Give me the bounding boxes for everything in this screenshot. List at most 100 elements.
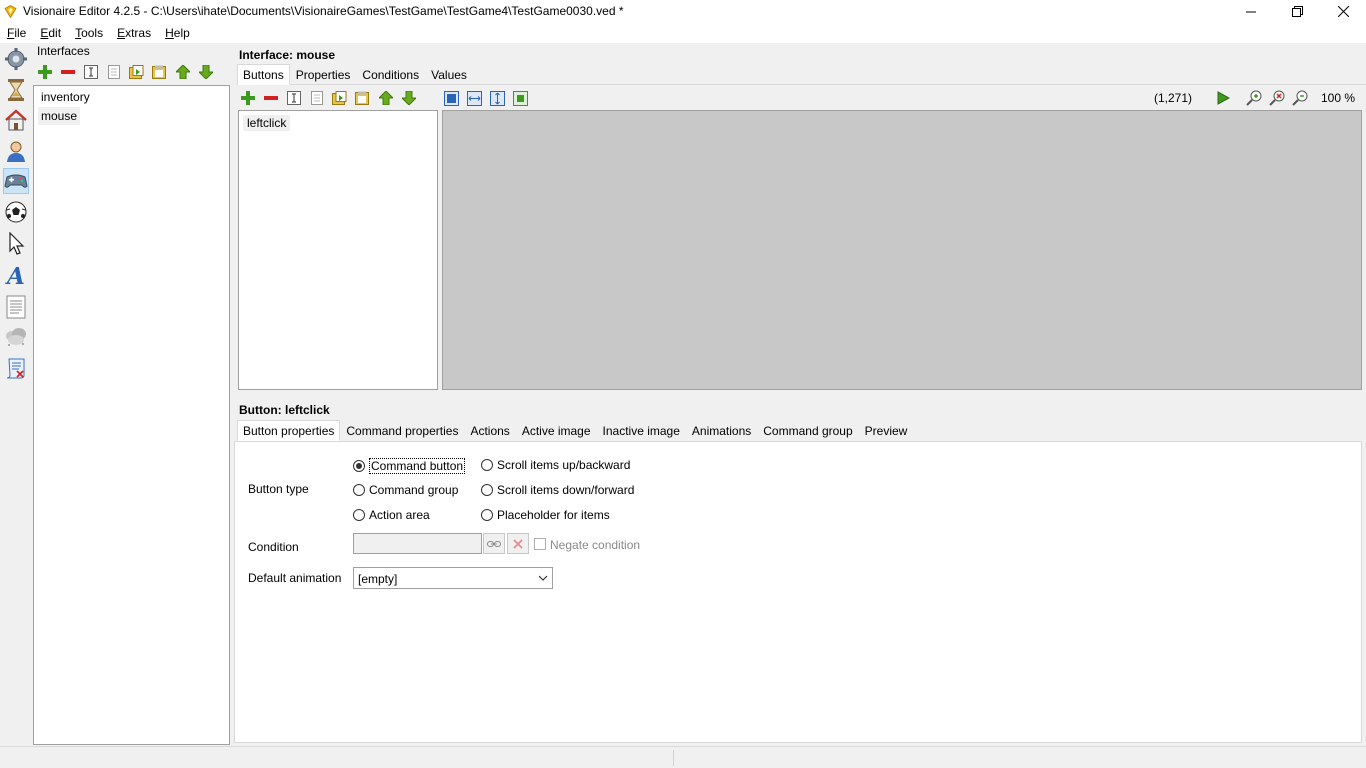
arrow-down-icon [198,65,213,79]
tab-conditions[interactable]: Conditions [356,64,425,85]
cursor-icon[interactable] [3,231,29,257]
copy-button-button[interactable] [305,87,328,109]
move-down-button[interactable] [194,61,217,83]
fit-width-button[interactable] [463,87,486,109]
radio-placeholder-items[interactable]: Placeholder for items [481,508,610,522]
tab-active-image[interactable]: Active image [516,420,597,441]
tab-actions[interactable]: Actions [464,420,515,441]
zoom-in-button[interactable] [1242,87,1265,109]
cursor-coordinates: (1,271) [1154,91,1193,105]
add-button-button[interactable] [236,87,259,109]
arrow-down-icon [401,91,416,105]
copy-icon [310,91,323,105]
gamepad-icon[interactable] [3,168,29,194]
copy-interface-button[interactable] [102,61,125,83]
zoom-reset-icon [1268,90,1284,106]
menu-help[interactable]: Help [158,26,197,40]
arrow-up-icon [378,91,393,105]
play-button[interactable] [1211,87,1234,109]
paste-link-button[interactable] [351,87,374,109]
text-icon[interactable] [3,294,29,320]
list-item[interactable]: leftclick [243,115,291,131]
plus-icon [240,91,255,105]
button-tabs: Button properties Command properties Act… [237,420,913,441]
minimize-button[interactable] [1228,0,1274,23]
radio-indicator [353,509,365,521]
radio-command-button[interactable]: Command button [353,458,466,474]
tab-animations[interactable]: Animations [686,420,757,441]
status-bar [0,746,1366,768]
interfaces-panel-title: Interfaces [37,44,90,58]
menu-edit[interactable]: Edit [33,26,68,40]
script-icon[interactable] [3,355,29,381]
rename-button-button[interactable] [282,87,305,109]
default-animation-label: Default animation [248,571,342,585]
remove-button-button[interactable] [259,87,282,109]
restore-button[interactable] [1274,0,1320,23]
chevron-down-icon [538,575,548,581]
radio-command-group[interactable]: Command group [353,483,458,497]
paste-link-button[interactable] [148,61,171,83]
default-animation-select[interactable]: [empty] [353,567,553,589]
tab-button-properties[interactable]: Button properties [237,420,341,441]
particles-icon[interactable] [3,324,29,350]
radio-scroll-down[interactable]: Scroll items down/forward [481,483,634,497]
tab-buttons[interactable]: Buttons [237,64,290,85]
rename-icon [83,65,98,79]
move-down-button[interactable] [397,87,420,109]
menu-extras[interactable]: Extras [110,26,158,40]
tab-preview[interactable]: Preview [859,420,914,441]
condition-field[interactable] [353,533,482,554]
settings-icon[interactable] [3,46,29,72]
actual-size-icon [513,90,528,106]
list-item[interactable]: mouse [38,107,81,125]
fit-height-button[interactable] [486,87,509,109]
interface-tabs: Buttons Properties Conditions Values [237,64,473,85]
hourglass-icon[interactable] [3,77,29,103]
actual-size-button[interactable] [509,87,532,109]
buttons-list: leftclick [238,110,438,390]
rename-interface-button[interactable] [79,61,102,83]
remove-interface-button[interactable] [56,61,79,83]
ball-icon[interactable] [3,199,29,225]
fit-height-icon [490,90,505,106]
rename-icon [286,91,301,105]
radio-scroll-up[interactable]: Scroll items up/backward [481,458,630,472]
tab-values[interactable]: Values [425,64,473,85]
clear-condition-button[interactable] [507,533,529,554]
add-interface-button[interactable] [33,61,56,83]
interface-canvas[interactable] [442,110,1362,390]
zoom-out-button[interactable] [1288,87,1311,109]
zoom-reset-button[interactable] [1265,87,1288,109]
menu-bar: File Edit Tools Extras Help [0,23,1366,43]
tab-inactive-image[interactable]: Inactive image [597,420,686,441]
font-icon[interactable]: A [3,262,29,288]
fit-window-icon [444,90,459,106]
move-up-button[interactable] [374,87,397,109]
tab-command-group[interactable]: Command group [757,420,858,441]
list-item[interactable]: inventory [38,88,93,106]
pane-splitter[interactable] [232,395,1366,401]
move-up-button[interactable] [171,61,194,83]
fit-to-window-button[interactable] [440,87,463,109]
status-divider [673,750,674,766]
radio-action-area[interactable]: Action area [353,508,430,522]
tab-command-properties[interactable]: Command properties [340,420,464,441]
zoom-in-icon [1245,90,1261,106]
menu-file[interactable]: File [0,26,33,40]
link-condition-button[interactable] [483,533,505,554]
buttons-toolbar [236,87,532,109]
button-header: Button: leftclick [239,403,330,417]
tab-properties[interactable]: Properties [290,64,357,85]
radio-indicator [481,459,493,471]
character-icon[interactable] [3,138,29,164]
close-button[interactable] [1320,0,1366,23]
title-bar: Visionaire Editor 4.2.5 - C:\Users\ihate… [0,0,1366,23]
menu-tools[interactable]: Tools [68,26,110,40]
paste-button-button[interactable] [328,87,351,109]
editor-category-bar: A [0,43,32,746]
paste-interface-button[interactable] [125,61,148,83]
negate-condition-checkbox[interactable] [534,538,546,550]
fit-width-icon [467,90,482,106]
scene-home-icon[interactable] [3,107,29,133]
